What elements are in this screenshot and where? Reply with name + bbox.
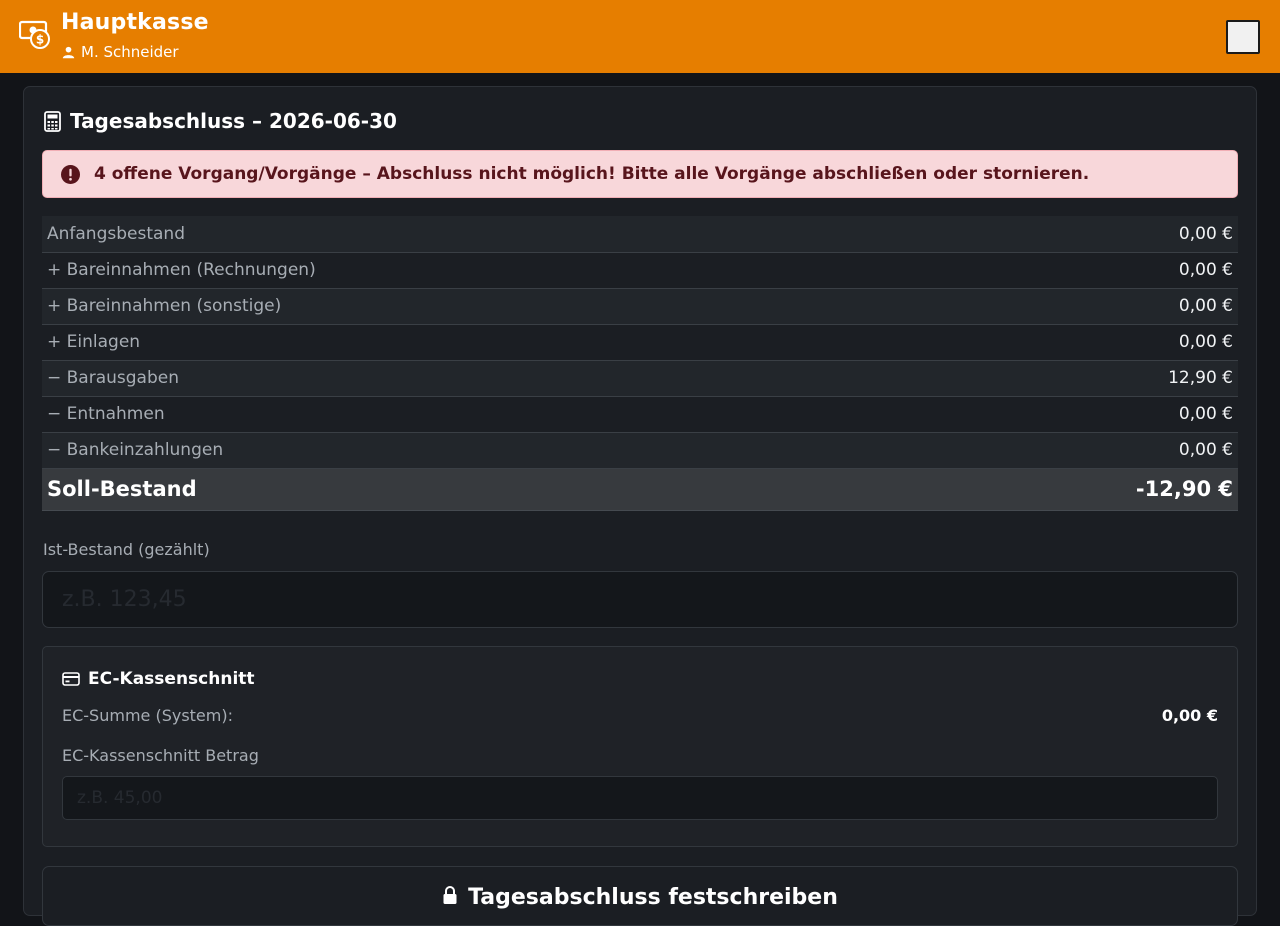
cash-summary-table: Anfangsbestand 0,00 € + Bareinnahmen (Re… — [42, 216, 1238, 511]
row-label: Anfangsbestand — [42, 216, 907, 253]
row-label: − Barausgaben — [42, 360, 907, 397]
top-bar: $ Hauptkasse M. Schneider — [0, 0, 1280, 73]
person-icon — [62, 46, 75, 58]
ec-amount-label: EC-Kassenschnitt Betrag — [62, 746, 259, 765]
ec-title-text: EC-Kassenschnitt — [88, 669, 255, 689]
table-row: + Bareinnahmen (Rechnungen) 0,00 € — [42, 252, 1238, 289]
row-value: 0,00 € — [906, 396, 1238, 433]
daily-closing-card: Tagesabschluss – 2026-06-30 4 offene Vor… — [23, 86, 1257, 926]
app-title: Hauptkasse — [61, 10, 209, 35]
commit-closing-button[interactable]: Tagesabschluss festschreiben — [42, 866, 1238, 926]
row-label: + Einlagen — [42, 324, 907, 361]
row-label: − Entnahmen — [42, 396, 907, 433]
row-label: + Bareinnahmen (Rechnungen) — [42, 252, 907, 289]
ist-input[interactable] — [42, 571, 1238, 628]
lock-icon — [443, 886, 457, 904]
credit-card-icon — [62, 672, 80, 686]
svg-text:$: $ — [36, 33, 44, 47]
current-user: M. Schneider — [62, 43, 179, 61]
ec-section: EC-Kassenschnitt EC-Summe (System): 0,00… — [42, 646, 1238, 847]
open-transactions-alert: 4 offene Vorgang/Vorgänge – Abschluss ni… — [42, 150, 1238, 198]
table-row: − Bankeinzahlungen 0,00 € — [42, 432, 1238, 469]
total-row: Soll-Bestand -12,90 € — [42, 468, 1238, 511]
total-value: -12,90 € — [906, 468, 1238, 511]
table-row: − Barausgaben 12,90 € — [42, 360, 1238, 397]
calculator-icon — [44, 110, 61, 132]
table-row: + Einlagen 0,00 € — [42, 324, 1238, 361]
row-value: 0,00 € — [906, 216, 1238, 253]
ist-label: Ist-Bestand (gezählt) — [43, 540, 210, 559]
row-value: 0,00 € — [906, 288, 1238, 325]
table-row: − Entnahmen 0,00 € — [42, 396, 1238, 433]
ec-amount-input[interactable] — [62, 776, 1218, 820]
row-label: + Bareinnahmen (sonstige) — [42, 288, 907, 325]
user-name: M. Schneider — [81, 43, 179, 61]
row-value: 0,00 € — [906, 432, 1238, 469]
alert-text: 4 offene Vorgang/Vorgänge – Abschluss ni… — [94, 164, 1090, 184]
table-row: + Bareinnahmen (sonstige) 0,00 € — [42, 288, 1238, 325]
total-label: Soll-Bestand — [42, 468, 907, 511]
row-value: 0,00 € — [906, 324, 1238, 361]
row-value: 0,00 € — [906, 252, 1238, 289]
menu-button[interactable] — [1226, 20, 1260, 54]
ec-sum-label: EC-Summe (System): — [62, 706, 233, 725]
table-row: Anfangsbestand 0,00 € — [42, 216, 1238, 253]
row-value: 12,90 € — [906, 360, 1238, 397]
closing-title: Tagesabschluss – 2026-06-30 — [70, 109, 397, 133]
card-title: Tagesabschluss – 2026-06-30 — [44, 109, 397, 133]
row-label: − Bankeinzahlungen — [42, 432, 907, 469]
ec-title: EC-Kassenschnitt — [62, 669, 255, 689]
exclamation-circle-icon — [61, 164, 80, 184]
ec-sum-value: 0,00 € — [1161, 706, 1218, 725]
commit-label: Tagesabschluss festschreiben — [468, 885, 838, 910]
cash-register-money-icon: $ — [19, 20, 50, 49]
